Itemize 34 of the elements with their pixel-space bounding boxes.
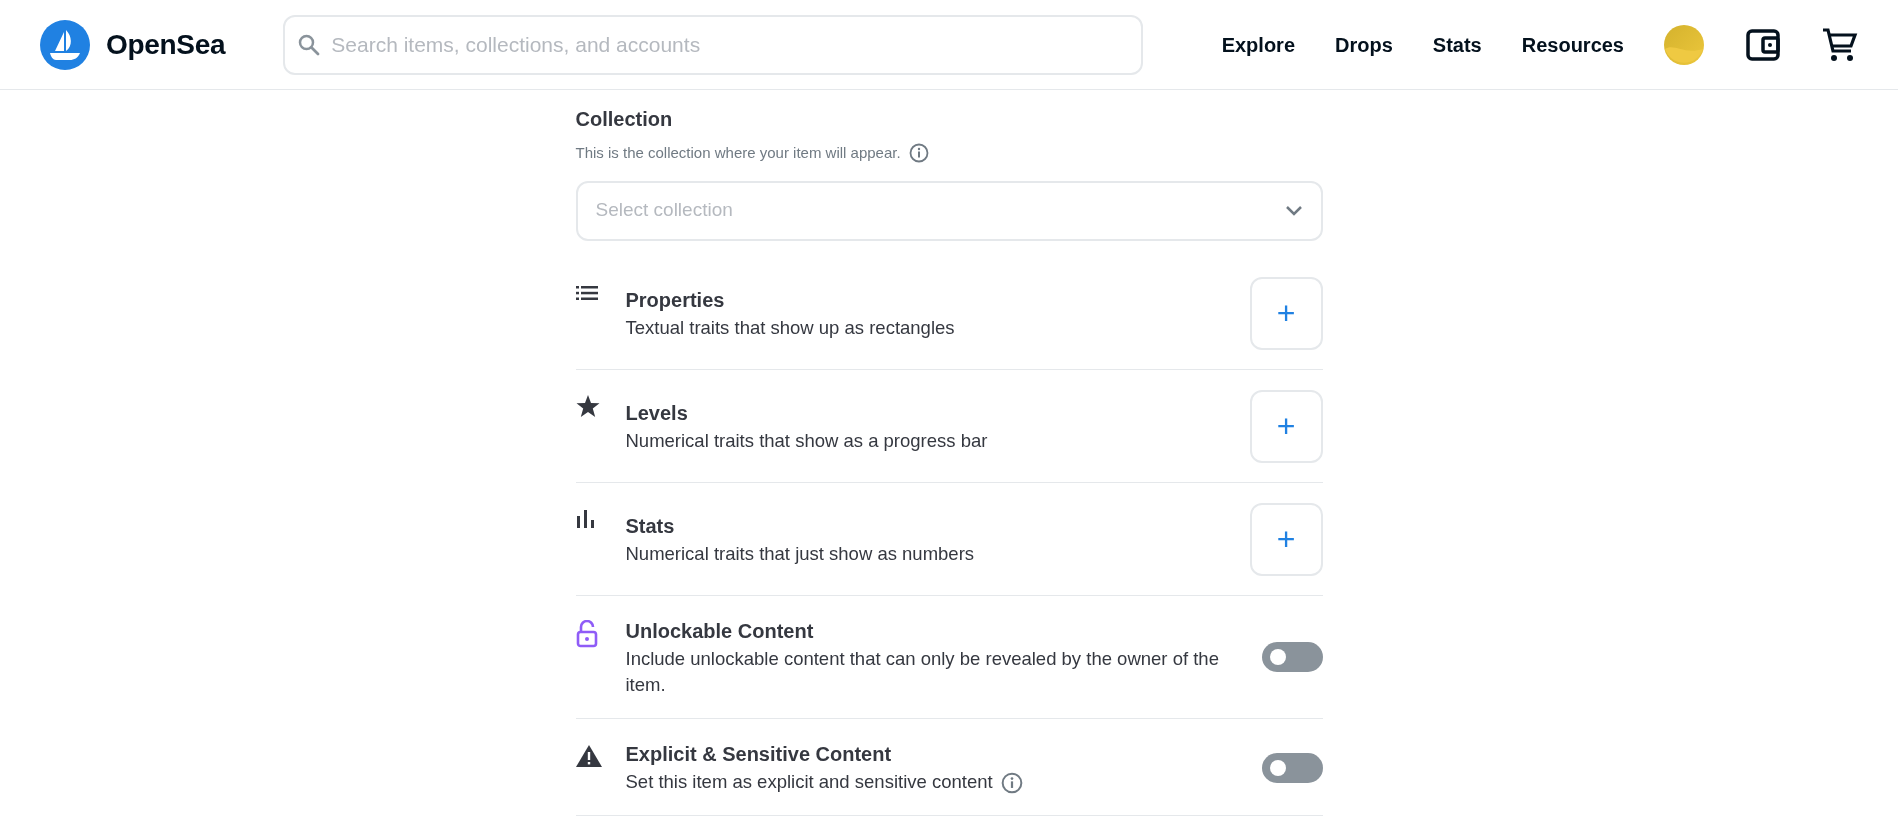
description-text: Numerical traits that just show as numbers — [625, 541, 975, 566]
star-icon — [575, 394, 600, 419]
toggle-switch[interactable] — [1261, 642, 1323, 673]
description-text: Include unlockable content that can only be revealed by the owner of the item. — [625, 646, 1220, 698]
add-button[interactable]: + — [1249, 389, 1323, 463]
brand-name[interactable]: OpenSea — [106, 23, 226, 66]
nav-link[interactable]: Resources — [1521, 29, 1624, 60]
cart-icon[interactable] — [1822, 26, 1858, 63]
nav-link[interactable]: Drops — [1335, 29, 1393, 60]
description-text: Set this item as explicit and sensitive content — [625, 770, 993, 795]
search-field[interactable]: Search items, collections, and accounts — [283, 14, 1144, 75]
nav-link[interactable]: Stats — [1432, 29, 1482, 60]
section-title: Stats — [625, 513, 676, 539]
info-icon[interactable] — [908, 143, 929, 164]
toggle-switch[interactable] — [1261, 752, 1323, 783]
bar-chart-icon — [575, 510, 596, 529]
chevron-down-icon — [1284, 204, 1303, 217]
section-title: Properties — [625, 287, 726, 313]
description-text: Textual traits that show up as rectangles — [625, 315, 955, 340]
section-title: Unlockable Content — [625, 618, 815, 644]
section-title: Levels — [625, 400, 689, 426]
wallet-icon[interactable] — [1746, 28, 1780, 61]
info-icon[interactable] — [1000, 771, 1023, 794]
section-title: Collection — [575, 107, 674, 132]
list-icon — [575, 285, 598, 302]
hint-text: This is the collection where your item will appear. — [575, 143, 901, 163]
description-text: Numerical traits that show as a progress bar — [625, 428, 988, 453]
logo-icon[interactable] — [40, 19, 90, 70]
section-title: Explicit & Sensitive Content — [625, 742, 893, 768]
warning-icon — [575, 744, 602, 767]
add-button[interactable]: + — [1249, 276, 1323, 350]
padlock-icon — [575, 619, 598, 648]
add-button[interactable]: + — [1249, 502, 1323, 576]
nav-link[interactable]: Explore — [1221, 29, 1295, 60]
